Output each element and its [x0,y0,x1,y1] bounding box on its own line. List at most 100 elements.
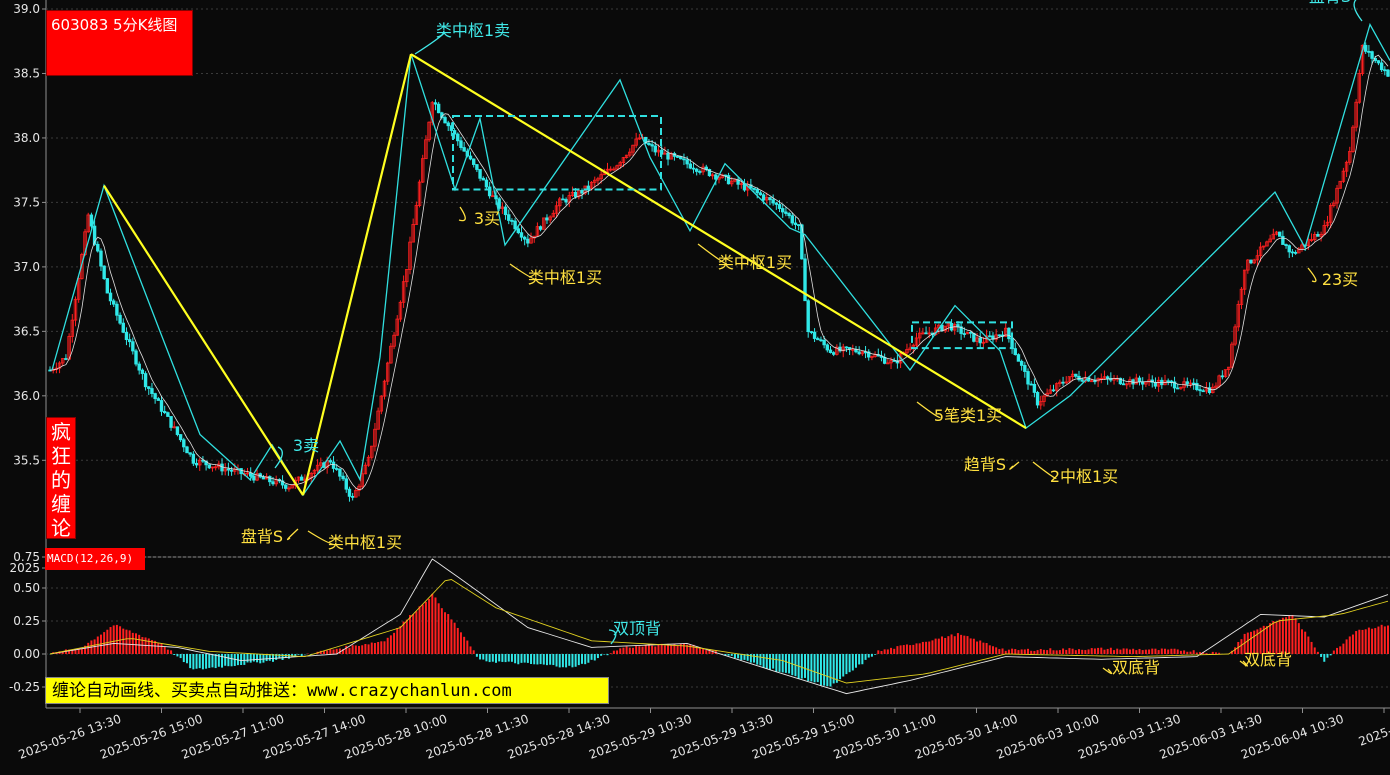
candle-body [1105,376,1110,379]
candle-body [968,331,973,334]
price-tick-label: 37.5 [13,195,40,209]
candle-body [443,117,447,124]
candle-body [698,171,702,173]
candle-body [573,191,578,198]
candle-body [771,199,775,204]
candle-body [1061,381,1065,384]
candle-body [1370,51,1374,59]
candle-body [481,177,485,181]
candle-body [127,339,132,343]
candle-body [790,215,794,224]
candle-body [1176,387,1180,390]
annotation-label: 5笔类1买 [934,406,1002,425]
brand-char: 疯 [51,420,71,444]
price-tick-label: 35.5 [13,453,40,467]
candle-body [774,202,779,205]
candle-body [118,314,122,324]
candle-body [328,460,333,463]
price-tick-label: 39.0 [13,2,40,16]
candle-body [695,168,699,172]
candle-body [1166,380,1170,383]
candle-body [1293,251,1298,254]
candle-body [522,236,527,240]
promo-banner[interactable]: 缠论自动画线、买卖点自动推送：www.crazychanlun.com [45,677,609,704]
annotation-label: 双顶背 [613,619,661,638]
candle-body [806,300,810,332]
macd-tick-label: 2025 [9,561,40,575]
candle-body [487,186,492,197]
brand-char: 狂 [51,444,71,468]
candle-body [857,351,861,355]
candle-body [468,155,473,160]
candle-body [675,155,680,158]
candle-body [787,213,791,217]
candle-body [1093,380,1097,383]
candle-body [691,167,696,170]
candle-body [1077,375,1081,381]
candle-body [1007,327,1011,340]
candle-body [1019,360,1024,366]
candle-body [812,331,817,339]
candle-body [261,476,266,480]
candle-body [1364,44,1368,52]
candle-body [347,488,352,497]
candle-body [147,386,151,389]
brand-label: 疯狂的缠论 [46,417,76,540]
candle-body [507,214,511,221]
candle-body [299,476,304,481]
annotation-label: 双底背 [1112,658,1160,677]
candle-body [1026,371,1030,385]
candle-body [1287,245,1291,253]
candle-body [335,468,339,470]
candle-body [207,464,211,469]
annotation-label: 类中枢1买 [528,268,602,287]
candle-body [768,197,772,201]
candle-body [475,164,479,170]
candle-body [459,140,463,148]
candle-body [1016,354,1021,362]
brand-char: 缠 [51,492,71,516]
candle-body [338,468,342,477]
candle-body [1080,379,1084,382]
candle-body [134,350,138,365]
candle-body [1137,377,1142,383]
annotation-label: 趋背S [964,455,1006,474]
candle-body [268,476,272,483]
candle-body [188,452,192,455]
candle-body [1376,60,1381,64]
candle-body [526,238,530,244]
candle-body [956,324,960,328]
candle-body [64,358,68,360]
candle-body [446,122,450,127]
candle-body [331,461,336,469]
candle-body [478,169,482,179]
annotation-label: 23买 [1322,270,1358,289]
candle-body [1198,389,1202,392]
candle-body [503,206,508,216]
macd-tick-label: 0.50 [13,581,40,595]
candle-body [1367,50,1371,53]
candle-body [1035,392,1040,406]
annotation-label: 3买 [474,209,500,228]
candle-body [182,439,186,448]
candle-body [1051,389,1056,392]
candle-body [793,222,798,225]
candle-body [271,481,275,485]
candle-body [752,187,756,190]
candle-body [1386,69,1390,77]
candle-body [1121,383,1126,386]
candle-body [159,400,164,412]
annotation-label: 类中枢1买 [328,533,402,552]
candle-body [169,416,173,428]
candle-body [924,332,928,335]
candle-body [1029,383,1033,386]
candle-body [191,453,196,464]
candle-body [1383,69,1387,72]
candle-body [777,204,782,209]
macd-label: MACD(12,26,9) [45,548,145,570]
candle-body [108,292,113,302]
candle-body [124,331,129,340]
candle-body [194,462,199,466]
price-tick-label: 36.0 [13,389,40,403]
candle-body [882,357,887,364]
